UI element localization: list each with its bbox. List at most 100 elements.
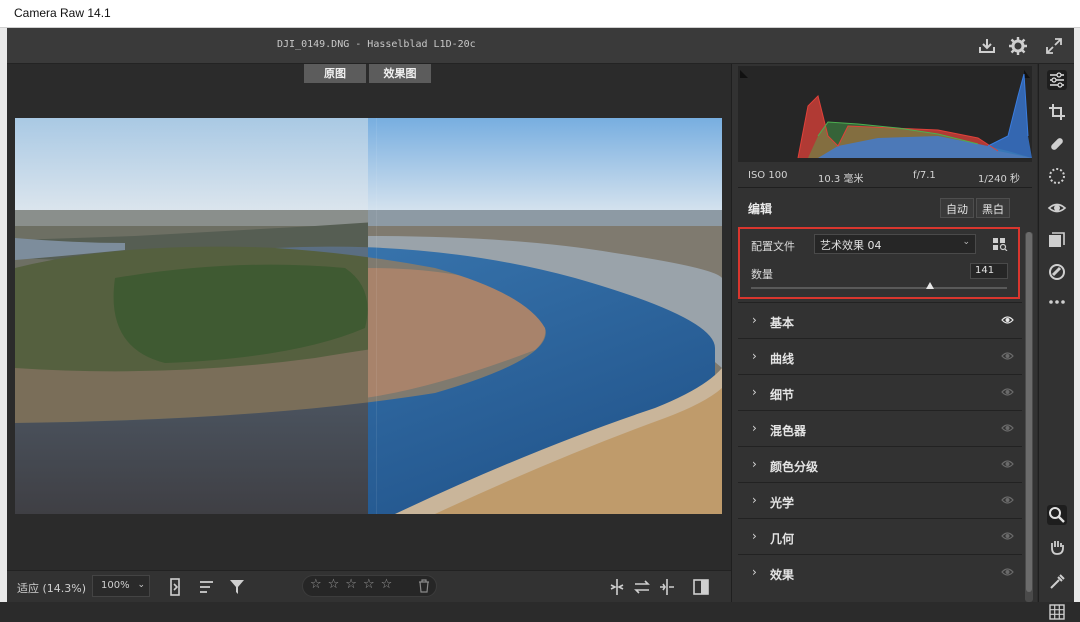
eye-icon[interactable] — [1001, 387, 1014, 397]
section-label: 光学 — [770, 496, 795, 510]
sort-icon[interactable] — [197, 577, 217, 597]
histogram-chart — [738, 70, 1032, 159]
photo-preview[interactable] — [15, 118, 722, 514]
edit-sliders-icon[interactable] — [1047, 70, 1067, 90]
section-panel[interactable]: › 混色器 — [738, 410, 1022, 446]
section-label: 几何 — [770, 532, 795, 546]
section-panel[interactable]: › 颜色分级 — [738, 446, 1022, 482]
save-icon[interactable] — [977, 36, 997, 56]
more-icon[interactable] — [1047, 292, 1067, 312]
section-label: 基本 — [770, 316, 795, 330]
section-label: 颜色分级 — [770, 460, 819, 474]
exif-info: ISO 100 10.3 毫米 f/7.1 1/240 秒 — [738, 162, 1032, 188]
split-view-icon[interactable] — [691, 577, 711, 597]
red-eye-icon[interactable] — [1047, 198, 1067, 218]
edit-panel: ISO 100 10.3 毫米 f/7.1 1/240 秒 编辑 自动 黑白 配… — [731, 64, 1037, 602]
profile-select[interactable]: 艺术效果 04 ⌄ — [814, 234, 976, 254]
profile-browser-icon[interactable] — [992, 237, 1008, 251]
eye-icon[interactable] — [1001, 495, 1014, 505]
window-title: Camera Raw 14.1 — [14, 6, 111, 20]
trash-icon[interactable] — [418, 579, 430, 593]
chevron-right-icon: › — [752, 349, 757, 363]
file-name: DJI_0149.DNG - Hasselblad L1D-20c — [277, 39, 476, 50]
tool-strip — [1038, 64, 1074, 620]
edit-title: 编辑 — [748, 202, 773, 216]
auto-button[interactable]: 自动 — [940, 198, 974, 218]
after-view-button[interactable]: 效果图 — [369, 64, 431, 83]
chevron-right-icon: › — [752, 457, 757, 471]
section-panel[interactable]: › 效果 — [738, 554, 1022, 590]
header-bar: DJI_0149.DNG - Hasselblad L1D-20c — [7, 28, 1074, 64]
section-label: 曲线 — [770, 352, 795, 366]
section-label: 混色器 — [770, 424, 807, 438]
mask-icon[interactable] — [1047, 166, 1067, 186]
zoom-fit-label[interactable]: 适应 (14.3%) — [17, 580, 86, 596]
section-panel[interactable]: › 基本 — [738, 302, 1022, 338]
exif-focal-length: 10.3 毫米 — [818, 174, 864, 185]
bottom-toolbar: 适应 (14.3%) 100% ⌄ ☆☆☆☆☆ — [7, 570, 732, 602]
healing-icon[interactable] — [1047, 134, 1067, 154]
section-panel[interactable]: › 光学 — [738, 482, 1022, 518]
amount-input[interactable]: 141 — [970, 263, 1008, 279]
zoom-select[interactable]: 100% ⌄ — [92, 575, 150, 597]
gear-icon[interactable] — [1008, 36, 1028, 56]
section-panel[interactable]: › 曲线 — [738, 338, 1022, 374]
window-titlebar: Camera Raw 14.1 — [0, 0, 1080, 28]
filmstrip-icon[interactable] — [167, 577, 187, 597]
before-after-divider[interactable] — [376, 118, 377, 514]
chevron-right-icon: › — [752, 529, 757, 543]
compare-icon[interactable] — [607, 577, 627, 597]
zoom-icon[interactable] — [1047, 505, 1067, 525]
chevron-right-icon: › — [752, 493, 757, 507]
edit-header: 编辑 自动 黑白 — [738, 189, 1024, 225]
section-label: 效果 — [770, 568, 795, 582]
camera-raw-app: DJI_0149.DNG - Hasselblad L1D-20c 原图 效果图 — [7, 28, 1074, 620]
copy-settings-icon[interactable] — [657, 577, 677, 597]
amount-label: 数量 — [751, 268, 773, 281]
filter-icon[interactable] — [227, 577, 247, 597]
eye-icon[interactable] — [1001, 459, 1014, 469]
eye-icon[interactable] — [1001, 531, 1014, 541]
panel-scrollbar-thumb[interactable] — [1026, 232, 1032, 592]
grid-icon[interactable] — [1047, 602, 1067, 622]
amount-slider-track[interactable] — [751, 287, 1007, 289]
snapshots-icon[interactable] — [1047, 230, 1067, 250]
eye-icon[interactable] — [1001, 351, 1014, 361]
profile-label: 配置文件 — [751, 240, 795, 253]
eye-icon[interactable] — [1001, 423, 1014, 433]
window-border-right — [1074, 28, 1080, 602]
profile-settings-highlight: 配置文件 艺术效果 04 ⌄ 数量 141 — [738, 227, 1020, 299]
star-rating-value[interactable]: ☆☆☆☆☆ — [310, 577, 398, 592]
exif-aperture: f/7.1 — [913, 170, 936, 181]
amount-slider-thumb[interactable] — [926, 282, 935, 289]
hand-icon[interactable] — [1047, 537, 1067, 557]
exif-shutter: 1/240 秒 — [978, 174, 1020, 185]
rating-stars[interactable]: ☆☆☆☆☆ — [302, 575, 437, 597]
chevron-right-icon: › — [752, 421, 757, 435]
view-mode-buttons: 原图 效果图 — [304, 64, 431, 83]
fullscreen-icon[interactable] — [1044, 36, 1064, 56]
landscape-image — [15, 118, 722, 514]
section-panel[interactable]: › 几何 — [738, 518, 1022, 554]
chevron-right-icon: › — [752, 565, 757, 579]
chevron-down-icon: ⌄ — [137, 580, 145, 590]
profile-value: 艺术效果 04 — [820, 239, 882, 252]
before-view-button[interactable]: 原图 — [304, 64, 366, 83]
section-label: 细节 — [770, 388, 795, 402]
crop-icon[interactable] — [1047, 102, 1067, 122]
histogram — [738, 66, 1032, 162]
presets-icon[interactable] — [1047, 262, 1067, 282]
black-white-button[interactable]: 黑白 — [976, 198, 1010, 218]
chevron-down-icon: ⌄ — [962, 237, 970, 247]
chevron-right-icon: › — [752, 313, 757, 327]
panel-scrollbar[interactable] — [1025, 232, 1033, 602]
window-border-left — [0, 28, 7, 602]
swap-icon[interactable] — [632, 577, 652, 597]
eye-icon[interactable] — [1001, 567, 1014, 577]
zoom-level-value: 100% — [101, 580, 130, 591]
chevron-right-icon: › — [752, 385, 757, 399]
section-panel[interactable]: › 细节 — [738, 374, 1022, 410]
eyedropper-icon[interactable] — [1047, 572, 1067, 592]
eye-icon[interactable] — [1001, 315, 1014, 325]
exif-iso: ISO 100 — [748, 170, 788, 181]
